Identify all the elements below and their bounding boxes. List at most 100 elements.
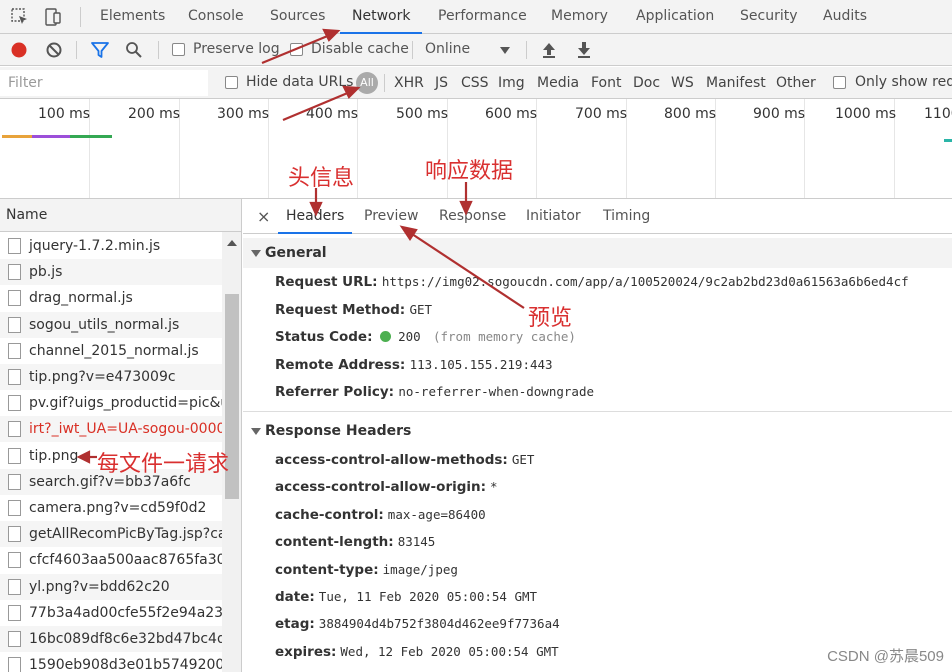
header-value: 3884904d4b752f3804d462ee9f7736a4 [318, 616, 560, 632]
timeline-label: 200 ms [128, 106, 181, 122]
filter-type-ws[interactable]: WS [671, 75, 694, 91]
list-item[interactable]: pb.js [0, 259, 222, 286]
general-section-header[interactable]: General [243, 238, 952, 268]
filter-type-js[interactable]: JS [435, 75, 448, 91]
tab-audits[interactable]: Audits [811, 0, 879, 34]
status-code-value: 200 [398, 329, 421, 344]
list-item[interactable]: 1590eb908d3e01b5749200a4 [0, 652, 222, 672]
file-name: camera.png?v=cd59f0d2 [29, 500, 207, 516]
inspect-element-icon[interactable] [10, 7, 30, 27]
preserve-log-checkbox[interactable] [172, 43, 185, 56]
detail-tab-bar: × Headers Preview Response Initiator Tim… [243, 199, 952, 234]
search-icon[interactable] [124, 40, 144, 60]
file-icon [8, 290, 21, 307]
list-item[interactable]: 77b3a4ad00cfe55f2e94a2303 [0, 600, 222, 626]
response-headers-title: Response Headers [265, 423, 412, 439]
annotation-preview: 预览 [528, 306, 573, 331]
close-icon[interactable]: × [249, 199, 278, 234]
header-key: access-control-allow-origin: [275, 479, 487, 496]
filter-type-css[interactable]: CSS [461, 75, 489, 91]
tab-preview[interactable]: Preview [356, 199, 427, 234]
list-item[interactable]: jquery-1.7.2.min.js [0, 233, 222, 259]
clear-icon[interactable] [44, 40, 64, 60]
filter-type-all[interactable]: All [356, 72, 378, 94]
file-icon [8, 657, 21, 672]
chevron-down-icon[interactable] [500, 47, 510, 54]
tab-headers[interactable]: Headers [278, 199, 353, 234]
list-item[interactable]: sogou_utils_normal.js [0, 311, 222, 338]
response-header-row: cache-control: max-age=86400 [275, 507, 486, 523]
file-icon [8, 526, 21, 543]
tab-timing[interactable]: Timing [595, 199, 658, 234]
response-header-row: access-control-allow-origin: * [275, 479, 498, 495]
file-icon [8, 264, 21, 281]
filter-type-img[interactable]: Img [498, 75, 525, 91]
remote-address-key: Remote Address: [275, 357, 406, 373]
export-har-icon[interactable] [574, 40, 594, 60]
throttle-select[interactable]: Online [425, 41, 470, 57]
list-item[interactable]: drag_normal.js [0, 285, 222, 311]
file-name: tip.png [29, 447, 79, 464]
request-method-key: Request Method: [275, 302, 406, 318]
tab-application[interactable]: Application [624, 0, 726, 34]
file-icon [8, 631, 21, 647]
scroll-up-icon[interactable] [227, 240, 237, 246]
tab-sources[interactable]: Sources [258, 0, 337, 34]
list-item[interactable]: yl.png?v=bdd62c20 [0, 573, 222, 600]
hide-data-urls-checkbox[interactable] [225, 76, 238, 89]
file-icon [8, 552, 21, 569]
tab-network[interactable]: Network [340, 0, 423, 34]
header-key: expires: [275, 643, 337, 660]
list-item[interactable]: cfcf4603aa500aac8765fa3000 [0, 547, 222, 573]
list-item[interactable]: channel_2015_normal.js [0, 338, 222, 364]
name-column-header[interactable]: Name [0, 199, 241, 232]
only-show-checkbox[interactable] [833, 76, 846, 89]
response-headers-section-header[interactable]: Response Headers [243, 416, 952, 446]
tab-memory[interactable]: Memory [539, 0, 620, 34]
disable-cache-checkbox[interactable] [290, 43, 303, 56]
annotation-per-file: 每文件一请求 [97, 452, 230, 477]
tab-response[interactable]: Response [431, 199, 514, 234]
import-har-icon[interactable] [539, 40, 559, 60]
tab-security[interactable]: Security [728, 0, 810, 34]
toolbar-divider [412, 41, 413, 59]
filter-type-manifest[interactable]: Manifest [706, 75, 766, 91]
filter-input[interactable] [0, 70, 208, 96]
filter-icon[interactable] [90, 40, 110, 60]
list-item[interactable]: tip.png?v=e473009c [0, 364, 222, 390]
remote-address-row: Remote Address: 113.105.155.219:443 [275, 357, 553, 373]
device-toolbar-icon[interactable] [43, 7, 63, 27]
filter-type-xhr[interactable]: XHR [394, 75, 424, 91]
filter-type-font[interactable]: Font [591, 75, 621, 91]
filter-type-other[interactable]: Other [776, 75, 816, 91]
record-button[interactable] [9, 40, 29, 60]
list-item[interactable]: pv.gif?uigs_productid=pic&u [0, 390, 222, 416]
file-icon [8, 238, 21, 254]
file-icon [8, 369, 21, 385]
file-icon [8, 447, 21, 464]
header-key: content-type: [275, 561, 379, 578]
toolbar-divider [158, 41, 159, 59]
tab-console[interactable]: Console [176, 0, 256, 34]
section-divider [243, 411, 952, 412]
tab-initiator[interactable]: Initiator [518, 199, 589, 234]
tab-elements[interactable]: Elements [88, 0, 177, 34]
file-icon [8, 604, 21, 621]
filter-type-doc[interactable]: Doc [633, 75, 660, 91]
list-item[interactable]: irt?_iwt_UA=UA-sogou-00000 [0, 416, 222, 443]
timeline-label: 600 ms [485, 106, 538, 122]
list-item[interactable]: camera.png?v=cd59f0d2 [0, 495, 222, 521]
response-header-row: access-control-allow-methods: GET [275, 452, 534, 468]
toolbar-divider [384, 74, 385, 92]
header-value: 83145 [397, 534, 436, 550]
file-name: jquery-1.7.2.min.js [29, 238, 161, 254]
list-item[interactable]: 16bc089df8c6e32bd47bc4d1 [0, 626, 222, 652]
file-name: 16bc089df8c6e32bd47bc4d1 [29, 631, 222, 647]
response-header-row: expires: Wed, 12 Feb 2020 05:00:54 GMT [275, 644, 559, 660]
tab-performance[interactable]: Performance [426, 0, 539, 34]
filter-type-media[interactable]: Media [537, 75, 579, 91]
timeline-label: 100 ms [38, 106, 91, 122]
file-name: getAllRecomPicByTag.jsp?cat [29, 526, 222, 543]
response-header-row: content-length: 83145 [275, 534, 435, 550]
list-item[interactable]: getAllRecomPicByTag.jsp?cat [0, 521, 222, 548]
